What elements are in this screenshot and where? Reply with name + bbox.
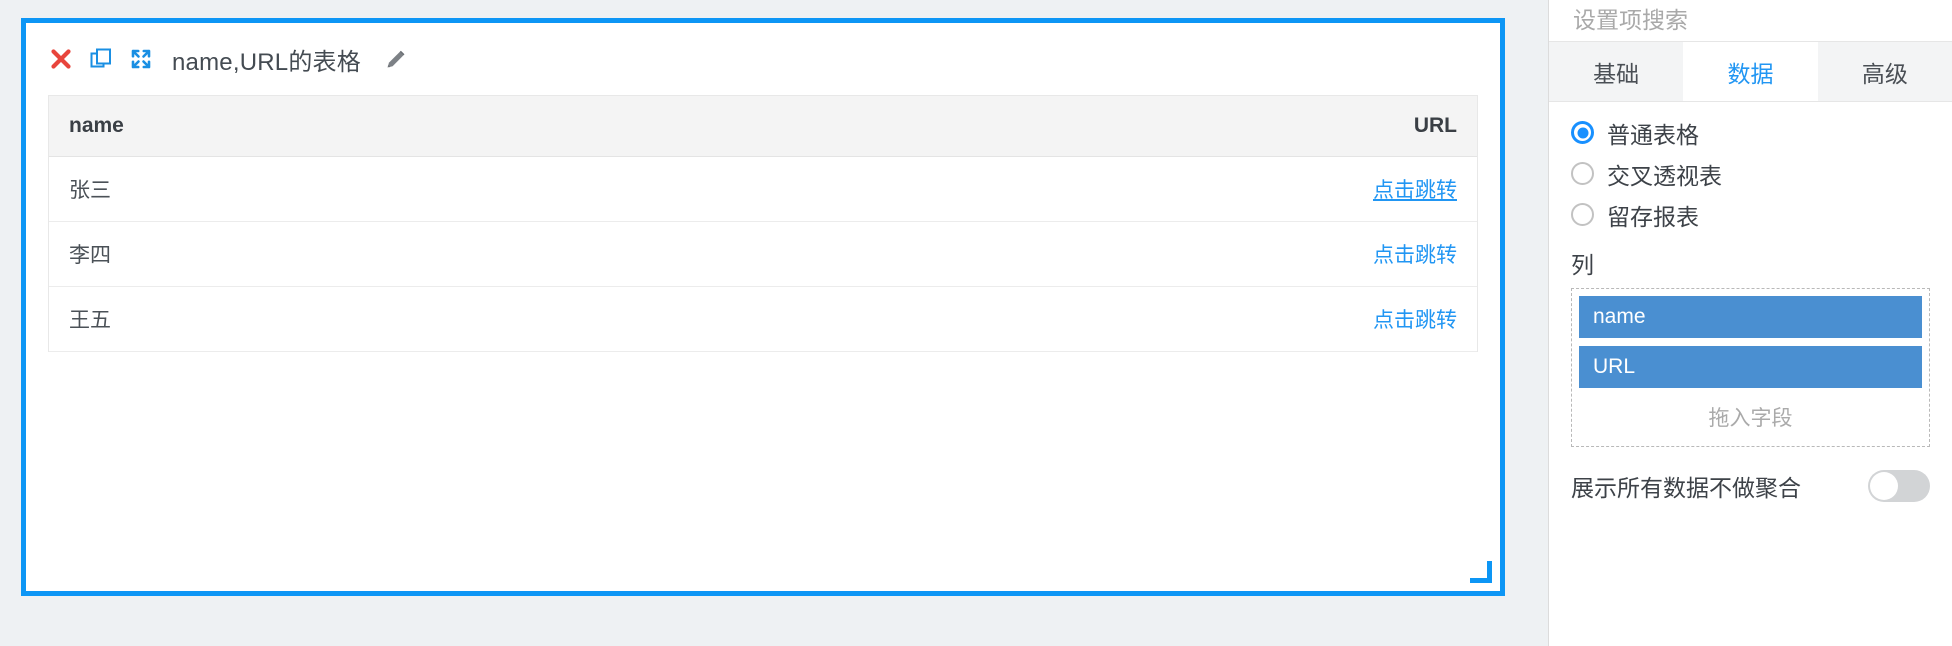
settings-tabbar: 基础 数据 高级	[1549, 42, 1952, 102]
tab-advanced[interactable]: 高级	[1817, 42, 1952, 101]
radio-label: 交叉透视表	[1607, 162, 1722, 189]
cell-url: 点击跳转	[763, 221, 1477, 287]
settings-search-row	[1549, 0, 1952, 42]
settings-panel-body: 普通表格 交叉透视表 留存报表 列 name URL 拖入字段 展示所有数据不做…	[1549, 102, 1952, 503]
columns-dropzone[interactable]: name URL 拖入字段	[1571, 288, 1930, 447]
cell-name: 张三	[49, 156, 763, 222]
cell-name: 李四	[49, 221, 763, 287]
radio-label: 普通表格	[1607, 121, 1699, 148]
duplicate-icon[interactable]	[88, 46, 114, 72]
move-icon[interactable]	[128, 46, 154, 72]
pencil-icon[interactable]	[383, 46, 409, 72]
close-icon[interactable]	[48, 46, 74, 72]
cell-url: 点击跳转	[763, 286, 1477, 352]
widget-title: name,URL的表格	[172, 48, 361, 76]
columns-section-label: 列	[1571, 252, 1594, 278]
app-root: name,URL的表格 name URL 张三 点击跳转 李四 点击跳转 王五 …	[0, 0, 1952, 646]
radio-icon	[1571, 121, 1594, 144]
settings-sidebar: 基础 数据 高级 普通表格 交叉透视表 留存报表 列 name URL 拖入字段	[1548, 0, 1952, 646]
aggregate-toggle[interactable]	[1868, 470, 1930, 502]
tab-basic[interactable]: 基础	[1549, 42, 1684, 101]
table-container: name URL 张三 点击跳转 李四 点击跳转 王五 点击跳转	[48, 95, 1478, 352]
radio-icon	[1571, 162, 1594, 185]
field-chip-url[interactable]: URL	[1579, 346, 1922, 388]
table-body: 张三 点击跳转 李四 点击跳转 王五 点击跳转	[49, 156, 1477, 352]
row-link[interactable]: 点击跳转	[1373, 244, 1457, 267]
tab-data[interactable]: 数据	[1683, 42, 1818, 101]
dropzone-hint: 拖入字段	[1708, 407, 1793, 430]
radio-label: 留存报表	[1607, 203, 1699, 230]
settings-search-input[interactable]	[1571, 6, 1930, 35]
table-row: 李四 点击跳转	[49, 221, 1477, 287]
row-link[interactable]: 点击跳转	[1373, 179, 1457, 202]
column-header-url[interactable]: URL	[763, 96, 1477, 157]
table-row: 张三 点击跳转	[49, 156, 1477, 222]
resize-handle[interactable]	[1470, 561, 1492, 583]
radio-normal-table[interactable]: 普通表格	[1571, 112, 1930, 153]
dashboard-canvas: name,URL的表格 name URL 张三 点击跳转 李四 点击跳转 王五 …	[0, 0, 1548, 646]
widget-toolbar: name,URL的表格	[26, 23, 1500, 95]
table-row: 王五 点击跳转	[49, 286, 1477, 352]
toggle-knob	[1870, 472, 1898, 500]
data-table: name URL 张三 点击跳转 李四 点击跳转 王五 点击跳转	[49, 96, 1477, 352]
aggregate-toggle-label: 展示所有数据不做聚合	[1571, 475, 1801, 501]
table-head: name URL	[49, 96, 1477, 157]
table-header-row: name URL	[49, 96, 1477, 157]
table-widget[interactable]: name,URL的表格 name URL 张三 点击跳转 李四 点击跳转 王五 …	[21, 18, 1505, 596]
radio-pivot-table[interactable]: 交叉透视表	[1571, 153, 1930, 194]
cell-name: 王五	[49, 286, 763, 352]
radio-icon	[1571, 203, 1594, 226]
column-header-name[interactable]: name	[49, 96, 763, 157]
aggregate-toggle-row: 展示所有数据不做聚合	[1571, 469, 1930, 503]
field-chip-name[interactable]: name	[1579, 296, 1922, 338]
cell-url: 点击跳转	[763, 156, 1477, 222]
radio-retention-report[interactable]: 留存报表	[1571, 194, 1930, 235]
row-link[interactable]: 点击跳转	[1373, 309, 1457, 332]
